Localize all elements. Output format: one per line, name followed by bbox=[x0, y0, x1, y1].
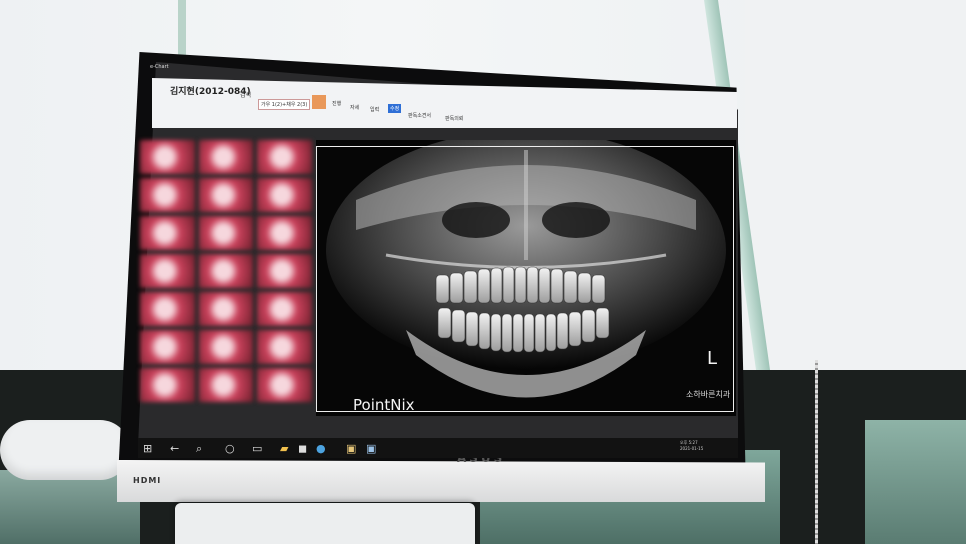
tool-button[interactable]: 자세 bbox=[350, 104, 359, 111]
monitor-chin bbox=[117, 460, 765, 502]
side-marker: L bbox=[707, 348, 718, 369]
photo-thumbnail[interactable] bbox=[140, 140, 195, 174]
clock-date: 2021-01-15 bbox=[680, 446, 704, 451]
tool-button[interactable]: 판독소견서 bbox=[408, 112, 431, 119]
photo-thumbnail[interactable] bbox=[140, 330, 195, 364]
tool-button[interactable]: 입력 bbox=[370, 106, 379, 113]
search-input[interactable]: 가우 1(2)+채우 2(3) bbox=[258, 99, 311, 110]
blind-cord bbox=[815, 360, 818, 544]
monitor-stand bbox=[175, 503, 475, 544]
photo-thumbnail[interactable] bbox=[198, 292, 254, 326]
tool-button[interactable]: 진행 bbox=[332, 100, 341, 107]
photo-thumbnail[interactable] bbox=[198, 178, 254, 212]
highlight-tool-button[interactable] bbox=[312, 95, 326, 109]
edge-icon[interactable]: ● bbox=[316, 442, 326, 455]
windows-icon[interactable]: ⊞ bbox=[143, 442, 152, 455]
window-title: e-Chart bbox=[150, 64, 169, 70]
back-icon[interactable]: ← bbox=[170, 442, 179, 455]
cortana-icon[interactable]: ○ bbox=[225, 442, 235, 455]
photo-thumbnail-grid bbox=[140, 140, 312, 440]
photo-thumbnail[interactable] bbox=[140, 292, 195, 326]
photo-thumbnail[interactable] bbox=[140, 254, 195, 288]
photo-thumbnail[interactable] bbox=[257, 140, 312, 174]
photo-thumbnail[interactable] bbox=[198, 140, 254, 174]
photo-thumbnail[interactable] bbox=[257, 330, 312, 364]
photo-thumbnail[interactable] bbox=[140, 216, 195, 250]
pointnix-watermark: PointNix bbox=[353, 396, 415, 414]
window-glass bbox=[865, 420, 966, 544]
store-icon[interactable]: ◼ bbox=[298, 442, 307, 455]
patient-name: 김지현(2012-084) bbox=[170, 87, 251, 97]
white-hose bbox=[0, 420, 130, 480]
photo-thumbnail[interactable] bbox=[257, 216, 312, 250]
system-clock[interactable]: 오후 5:27 2021-01-15 bbox=[680, 440, 703, 452]
taskview-icon[interactable]: ▭ bbox=[252, 442, 262, 455]
photo-thumbnail[interactable] bbox=[257, 178, 312, 212]
app-icon[interactable]: ▣ bbox=[346, 442, 356, 455]
photo-thumbnail[interactable] bbox=[140, 178, 195, 212]
photo-thumbnail[interactable] bbox=[140, 368, 195, 402]
photo-thumbnail[interactable] bbox=[257, 292, 312, 326]
photo-thumbnail[interactable] bbox=[198, 330, 254, 364]
photo-thumbnail[interactable] bbox=[198, 216, 254, 250]
photo-thumbnail[interactable] bbox=[257, 368, 312, 402]
search-icon[interactable]: ⌕ bbox=[196, 442, 202, 456]
photo-thumbnail[interactable] bbox=[198, 368, 254, 402]
xray-border bbox=[316, 146, 734, 412]
photo-thumbnail[interactable] bbox=[198, 254, 254, 288]
tool-button[interactable]: 판독의뢰 bbox=[445, 115, 463, 122]
clinic-label: 소하바른치과 bbox=[686, 390, 731, 399]
tool-button[interactable]: 수정 bbox=[388, 104, 402, 113]
window-blind bbox=[745, 0, 966, 376]
photo-thumbnail[interactable] bbox=[257, 254, 312, 288]
search-label: 검색 bbox=[240, 92, 252, 99]
app-icon-2[interactable]: ▣ bbox=[366, 442, 376, 455]
hdmi-label: HDMI bbox=[133, 476, 162, 485]
folder-icon[interactable]: ▰ bbox=[280, 442, 288, 455]
